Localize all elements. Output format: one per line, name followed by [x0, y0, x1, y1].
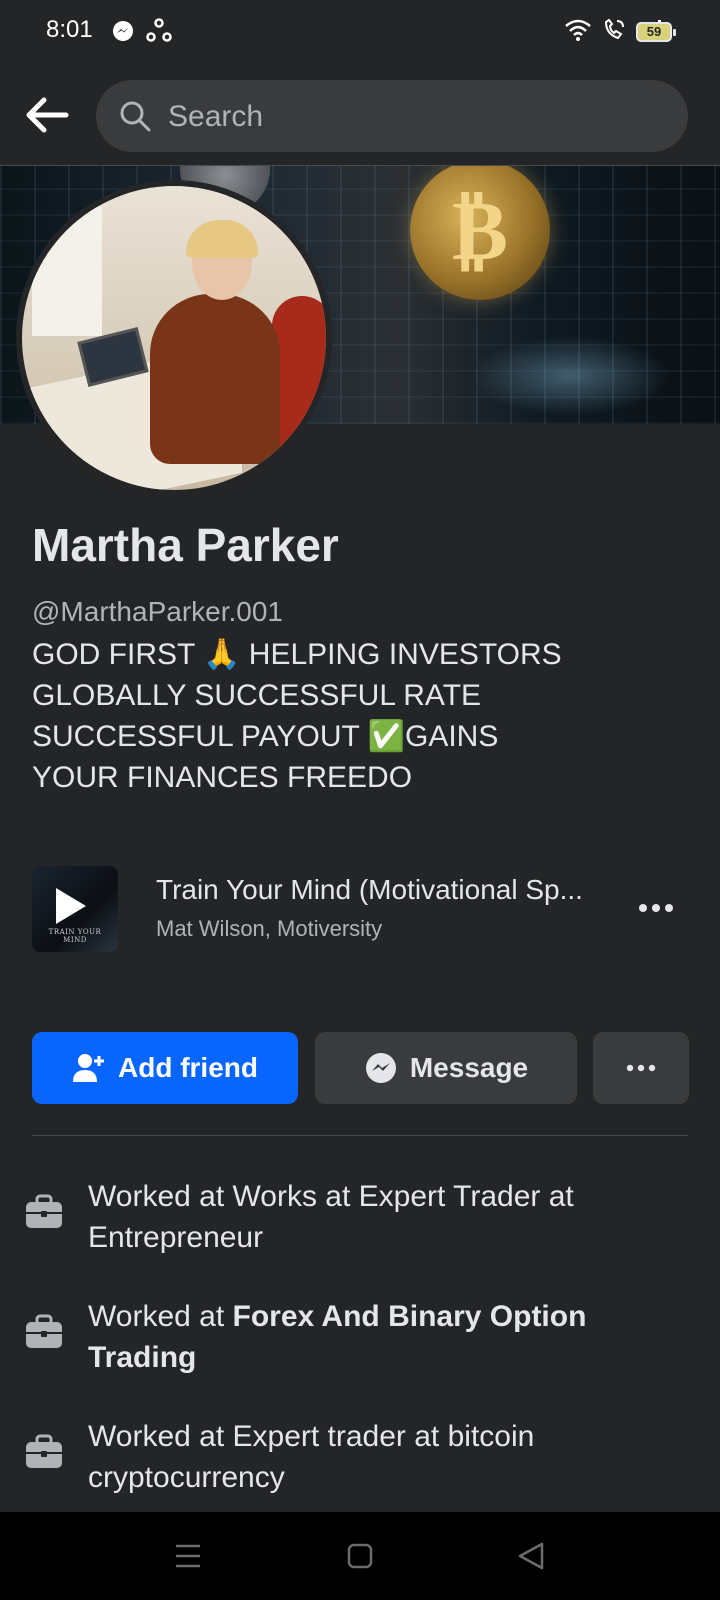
music-title: Train Your Mind (Motivational Sp...	[156, 874, 583, 905]
work-text: Worked at Works at Expert Trader at Entr…	[88, 1176, 688, 1258]
more-dots-icon	[639, 904, 673, 912]
photo-chair	[272, 296, 326, 456]
top-bar: Search	[0, 64, 720, 166]
status-left-icons	[112, 18, 172, 44]
briefcase-icon	[26, 1314, 62, 1348]
profile-picture[interactable]	[16, 180, 332, 496]
profile-bio: GOD FIRST 🙏 HELPING INVESTORS GLOBALLY S…	[32, 638, 562, 794]
status-bar: 8:01 59	[0, 0, 720, 64]
message-label: Message	[409, 1052, 529, 1083]
back-button[interactable]	[22, 90, 72, 140]
music-artist: Mat Wilson, Motiversity	[156, 916, 383, 941]
work-text: Worked at Expert trader at bitcoin crypt…	[88, 1416, 688, 1498]
messenger-icon	[365, 1053, 396, 1083]
briefcase-icon	[26, 1194, 62, 1228]
work-prefix: Worked at Expert trader at bitcoin crypt…	[88, 1420, 535, 1494]
photo-window	[32, 206, 102, 336]
profile-handle: @MarthaParker.001	[32, 596, 283, 627]
work-prefix: Worked at	[88, 1300, 233, 1333]
bitcoin-coin-image: ₿	[410, 166, 550, 300]
work-text: Worked at Forex And Binary Option Tradin…	[88, 1296, 688, 1378]
search-input[interactable]: Search	[96, 80, 688, 152]
music-album-text: TRAIN YOUR MIND	[48, 928, 102, 944]
more-dots-icon	[626, 1064, 656, 1072]
search-icon	[120, 101, 151, 132]
sync-icon	[146, 18, 172, 42]
wifi-icon	[565, 19, 591, 41]
cover-glow	[470, 336, 670, 416]
music-more-button[interactable]	[634, 886, 678, 930]
recents-menu-icon[interactable]	[168, 1538, 208, 1574]
message-button[interactable]: Message	[315, 1032, 577, 1104]
profile-name: Martha Parker	[32, 519, 339, 571]
wifi-call-icon	[604, 18, 624, 40]
work-prefix: Worked at Works at Expert Trader at Entr…	[88, 1180, 574, 1254]
profile-photo	[22, 186, 326, 490]
more-options-button[interactable]	[593, 1032, 689, 1104]
search-placeholder: Search	[168, 100, 264, 133]
add-friend-icon	[73, 1054, 104, 1082]
back-triangle-icon[interactable]	[512, 1538, 552, 1574]
messenger-icon	[113, 21, 133, 41]
add-friend-button[interactable]: Add friend	[32, 1032, 298, 1104]
section-divider	[32, 1135, 688, 1136]
status-time: 8:01	[46, 16, 93, 43]
music-album-art[interactable]: TRAIN YOUR MIND	[32, 866, 118, 952]
battery-icon: 59	[636, 22, 676, 42]
photo-person-body	[150, 294, 280, 464]
home-icon[interactable]	[340, 1538, 380, 1574]
briefcase-icon	[26, 1434, 62, 1468]
bitcoin-symbol: ₿	[451, 180, 509, 279]
photo-person-hair	[186, 220, 258, 258]
play-icon[interactable]	[56, 888, 86, 924]
back-arrow-icon	[26, 97, 69, 133]
profile-music[interactable]: TRAIN YOUR MIND Train Your Mind (Motivat…	[32, 866, 688, 954]
system-nav-bar	[0, 1512, 720, 1600]
add-friend-label: Add friend	[118, 1052, 258, 1083]
